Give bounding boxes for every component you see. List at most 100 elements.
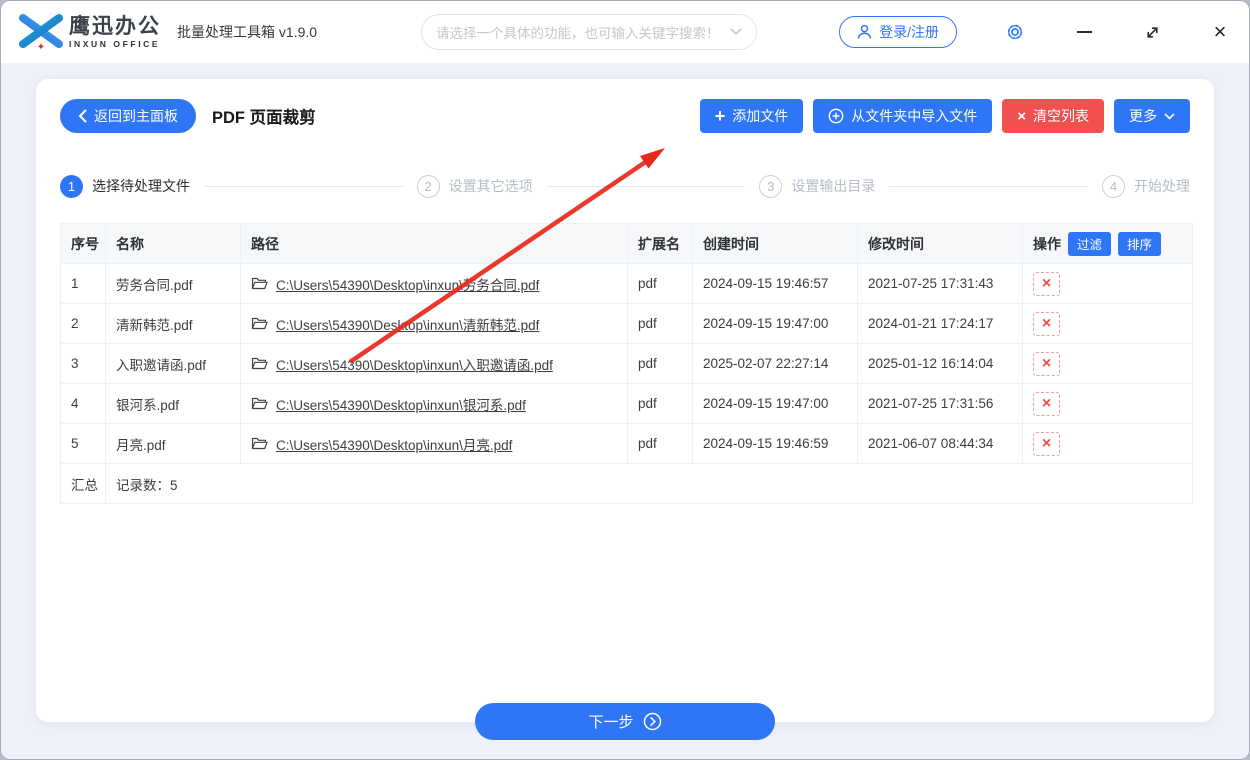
- cell-index: 1: [60, 263, 106, 304]
- cell-created: 2024-09-15 19:46:59: [692, 423, 858, 464]
- remove-row-button[interactable]: ×: [1033, 431, 1060, 456]
- table-row: 1 劳务合同.pdf C:\Users\54390\Desktop\inxun\…: [60, 263, 1193, 304]
- svg-text:✦: ✦: [37, 42, 45, 51]
- chevron-left-icon: [78, 109, 87, 123]
- circled-chevron-right-icon: [643, 712, 661, 731]
- more-button[interactable]: 更多: [1114, 99, 1190, 133]
- remove-row-button[interactable]: ×: [1033, 351, 1060, 376]
- close-button[interactable]: ×: [1211, 19, 1229, 44]
- title-bar: ✦ 鹰迅办公 INXUN OFFICE 批量处理工具箱 v1.9.0 请选择一个…: [1, 1, 1249, 64]
- step-3-output-dir: 3 设置输出目录: [759, 174, 876, 198]
- cell-ext: pdf: [627, 263, 693, 304]
- remove-row-button[interactable]: ×: [1033, 271, 1060, 296]
- table-row: 2 清新韩范.pdf C:\Users\54390\Desktop\inxun\…: [60, 303, 1193, 344]
- folder-icon: [251, 317, 268, 330]
- clear-x-icon: ×: [1017, 107, 1026, 125]
- cell-name: 入职邀请函.pdf: [105, 343, 241, 384]
- cell-created: 2024-09-15 19:46:57: [692, 263, 858, 304]
- maximize-restore-button[interactable]: [1143, 23, 1161, 41]
- filter-button[interactable]: 过滤: [1068, 231, 1112, 256]
- back-label: 返回到主面板: [94, 108, 178, 124]
- cell-ext: pdf: [627, 303, 693, 344]
- delete-icon: ×: [1041, 274, 1052, 292]
- folder-icon: [251, 277, 268, 290]
- delete-icon: ×: [1041, 434, 1052, 452]
- step-3-label: 设置输出目录: [791, 178, 876, 194]
- brand-name: 鹰迅办公: [69, 14, 161, 38]
- cell-modified: 2021-07-25 17:31:56: [857, 383, 1023, 424]
- file-path-link[interactable]: C:\Users\54390\Desktop\inxun\入职邀请函.pdf: [276, 354, 553, 374]
- login-label: 登录/注册: [879, 24, 939, 40]
- step-indicator: 1 选择待处理文件 2 设置其它选项 3 设置输出目录 4 开始处理: [60, 173, 1190, 199]
- add-files-button[interactable]: + 添加文件: [699, 99, 804, 133]
- col-header-actions: 操作 过滤 排序: [1022, 223, 1193, 264]
- sort-button[interactable]: 排序: [1118, 231, 1162, 256]
- plus-icon: +: [714, 106, 726, 126]
- minimize-button[interactable]: [1075, 23, 1093, 41]
- cell-index: 5: [60, 423, 106, 464]
- cell-modified: 2025-01-12 16:14:04: [857, 343, 1023, 384]
- step-4-start: 4 开始处理: [1102, 174, 1191, 198]
- function-search-select[interactable]: 请选择一个具体的功能，也可输入关键字搜索！: [421, 14, 757, 50]
- next-step-button[interactable]: 下一步: [475, 703, 775, 740]
- cell-name: 清新韩范.pdf: [105, 303, 241, 344]
- import-from-folder-button[interactable]: 从文件夹中导入文件: [813, 99, 993, 133]
- col-header-path: 路径: [240, 223, 628, 264]
- col-header-modified: 修改时间: [857, 223, 1023, 264]
- cell-created: 2024-09-15 19:47:00: [692, 303, 858, 344]
- step-4-circle: 4: [1102, 174, 1126, 198]
- delete-icon: ×: [1041, 354, 1052, 372]
- table-header-row: 序号 名称 路径 扩展名 创建时间 修改时间 操作 过滤 排序: [60, 223, 1193, 264]
- summary-label: 汇总: [60, 463, 106, 504]
- step-connector: [546, 185, 746, 187]
- back-to-dashboard-button[interactable]: 返回到主面板: [60, 99, 196, 133]
- col-header-ext: 扩展名: [627, 223, 693, 264]
- folder-icon: [251, 437, 268, 450]
- app-window: ✦ 鹰迅办公 INXUN OFFICE 批量处理工具箱 v1.9.0 请选择一个…: [0, 0, 1250, 760]
- chevron-down-icon: [1164, 112, 1175, 120]
- file-path-link[interactable]: C:\Users\54390\Desktop\inxun\月亮.pdf: [276, 434, 512, 454]
- chevron-down-icon: [730, 28, 742, 36]
- add-files-label: 添加文件: [732, 108, 789, 124]
- cell-modified: 2021-06-07 08:44:34: [857, 423, 1023, 464]
- cell-name: 劳务合同.pdf: [105, 263, 241, 304]
- close-icon: ×: [1213, 19, 1227, 44]
- folder-icon: [251, 357, 268, 370]
- cell-index: 4: [60, 383, 106, 424]
- step-1-circle: 1: [60, 174, 83, 198]
- user-icon: [857, 24, 872, 39]
- file-path-link[interactable]: C:\Users\54390\Desktop\inxun\劳务合同.pdf: [276, 274, 539, 294]
- clear-list-button[interactable]: × 清空列表: [1002, 99, 1104, 133]
- delete-icon: ×: [1041, 314, 1052, 332]
- file-path-link[interactable]: C:\Users\54390\Desktop\inxun\银河系.pdf: [276, 394, 526, 414]
- step-3-circle: 3: [759, 174, 783, 198]
- logo-x-icon: ✦: [19, 14, 63, 51]
- step-2-circle: 2: [416, 174, 440, 198]
- brand-subtitle: INXUN OFFICE: [69, 38, 161, 49]
- step-4-label: 开始处理: [1134, 178, 1191, 194]
- cell-ext: pdf: [627, 343, 693, 384]
- step-2-label: 设置其它选项: [448, 178, 533, 194]
- main-area: 返回到主面板 PDF 页面裁剪 + 添加文件 从文件夹中导入文件 × 清空列表 …: [1, 63, 1249, 759]
- resize-diagonal-icon: [1146, 26, 1158, 38]
- remove-row-button[interactable]: ×: [1033, 391, 1060, 416]
- summary-value: 记录数：5: [105, 463, 1193, 504]
- table-body: 1 劳务合同.pdf C:\Users\54390\Desktop\inxun\…: [60, 263, 1193, 504]
- login-register-button[interactable]: 登录/注册: [839, 16, 957, 48]
- cell-name: 银河系.pdf: [105, 383, 241, 424]
- toolbar: 返回到主面板 PDF 页面裁剪 + 添加文件 从文件夹中导入文件 × 清空列表 …: [60, 99, 1190, 133]
- actions-label: 操作: [1033, 235, 1061, 252]
- import-folder-label: 从文件夹中导入文件: [851, 108, 978, 124]
- summary-row: 汇总 记录数：5: [60, 463, 1193, 504]
- table-row: 5 月亮.pdf C:\Users\54390\Desktop\inxun\月亮…: [60, 423, 1193, 464]
- remove-row-button[interactable]: ×: [1033, 311, 1060, 336]
- file-path-link[interactable]: C:\Users\54390\Desktop\inxun\清新韩范.pdf: [276, 314, 539, 334]
- step-connector: [889, 185, 1089, 187]
- settings-gear-icon[interactable]: [1005, 22, 1025, 42]
- app-logo: ✦ 鹰迅办公 INXUN OFFICE: [19, 13, 161, 51]
- folder-icon: [251, 397, 268, 410]
- cell-modified: 2024-01-21 17:24:17: [857, 303, 1023, 344]
- file-table: 序号 名称 路径 扩展名 创建时间 修改时间 操作 过滤 排序 1 劳务合同.p…: [60, 223, 1193, 504]
- search-placeholder: 请选择一个具体的功能，也可输入关键字搜索！: [436, 26, 720, 41]
- cell-ext: pdf: [627, 423, 693, 464]
